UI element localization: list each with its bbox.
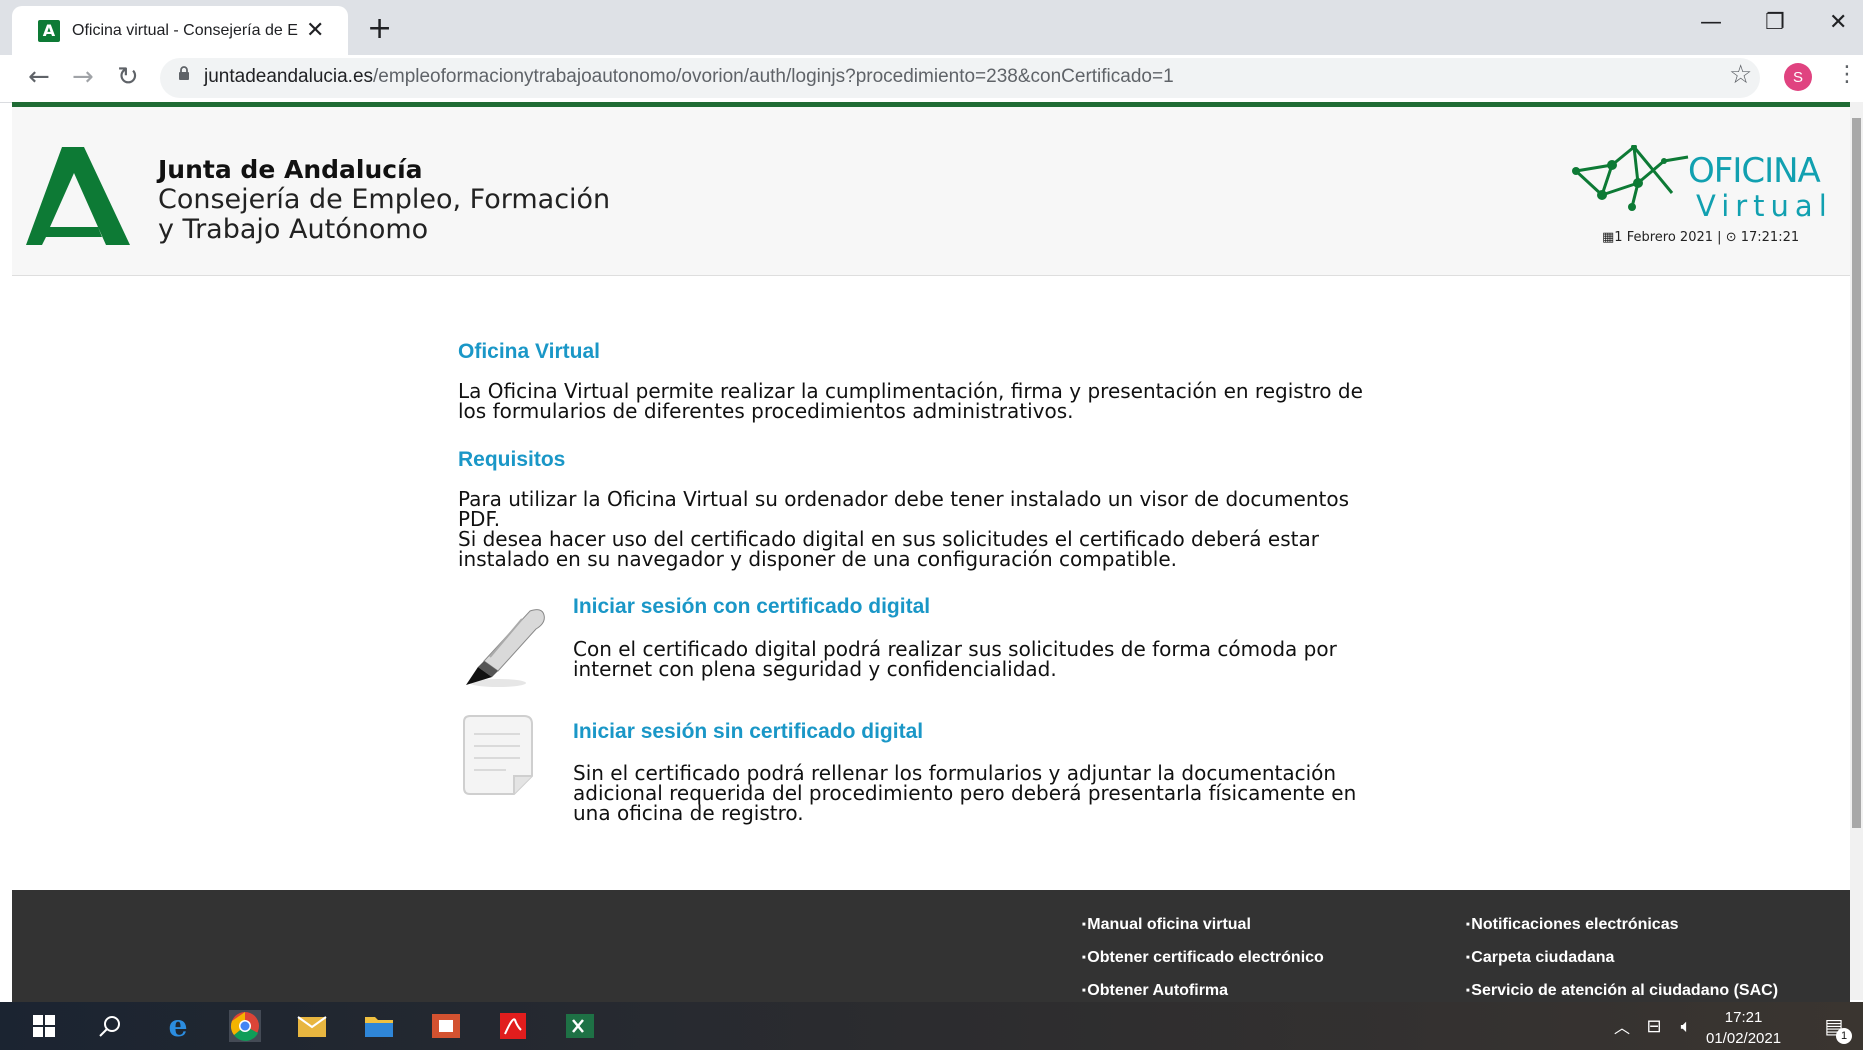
internet-explorer-icon[interactable]: e: [162, 1009, 194, 1044]
close-window-icon[interactable]: ✕: [1829, 10, 1847, 35]
document-icon[interactable]: [462, 712, 538, 798]
paragraph-line: una oficina de registro.: [573, 801, 804, 825]
oficina-virtual-network-icon: [1572, 145, 1689, 211]
login-without-certificate-link[interactable]: Iniciar sesión sin certificado digital: [573, 720, 923, 744]
browser-tab[interactable]: A Oficina virtual - Consejería de Em ✕: [12, 6, 348, 55]
chrome-icon[interactable]: [229, 1010, 261, 1042]
paragraph-line: internet con plena seguridad y confidenc…: [573, 657, 1057, 681]
paragraph-line: Sin el certificado podrá rellenar los fo…: [573, 761, 1337, 785]
footer-link-notificaciones[interactable]: Notificaciones electrónicas: [1466, 916, 1678, 934]
header-separator: |: [1717, 230, 1722, 245]
login-with-certificate-link[interactable]: Iniciar sesión con certificado digital: [573, 595, 930, 619]
section-title-requisitos: Requisitos: [458, 448, 566, 471]
reload-icon[interactable]: ↻: [117, 62, 139, 92]
footer-link-manual[interactable]: Manual oficina virtual: [1082, 916, 1251, 934]
show-hidden-icons-chevron-icon[interactable]: ︿: [1606, 1010, 1638, 1042]
org-name: Junta de Andalucía: [158, 155, 423, 184]
mail-folder-icon[interactable]: [296, 1010, 328, 1042]
taskbar-clock[interactable]: 17:21 01/02/2021: [1706, 1007, 1781, 1049]
network-icon[interactable]: ⊟: [1638, 1010, 1670, 1042]
file-explorer-icon[interactable]: [363, 1010, 395, 1042]
option-without-certificate-text: Sin el certificado podrá rellenar los fo…: [573, 763, 1393, 823]
paragraph-line: Con el certificado digital podrá realiza…: [573, 637, 1337, 661]
paragraph-line: PDF.: [458, 507, 501, 531]
pdf-reader-icon[interactable]: [497, 1010, 529, 1042]
windows-taskbar: e ︿ ⊟ 🔈︎ ▤ 1: [0, 1002, 1863, 1050]
department-name: Consejería de Empleo, Formación y Trabaj…: [158, 185, 610, 245]
tab-title: Oficina virtual - Consejería de Em: [72, 21, 298, 39]
header-time: 17:21:21: [1740, 230, 1800, 245]
bookmark-star-icon[interactable]: ☆: [1729, 60, 1752, 90]
forward-arrow-icon[interactable]: →: [72, 62, 94, 92]
site-header: Junta de Andalucía Consejería de Empleo,…: [12, 107, 1850, 276]
header-date: 1 Febrero 2021: [1614, 230, 1714, 245]
new-tab-plus-icon[interactable]: +: [367, 11, 392, 46]
option-with-certificate: Iniciar sesión con certificado digital C…: [458, 595, 1408, 705]
department-line-2: y Trabajo Autónomo: [158, 214, 429, 245]
browser-tab-strip: A Oficina virtual - Consejería de Em ✕ +…: [0, 0, 1863, 55]
paragraph-line: los formularios de diferentes procedimie…: [458, 399, 1074, 423]
url-text[interactable]: juntadeandalucia.es/empleoformacionytrab…: [204, 66, 1174, 88]
taskbar-time: 17:21: [1724, 1009, 1763, 1026]
lock-icon: [179, 66, 189, 80]
option-with-certificate-text: Con el certificado digital podrá realiza…: [573, 639, 1393, 679]
junta-favicon-icon: A: [38, 19, 60, 42]
volume-icon[interactable]: 🔈︎: [1670, 1010, 1702, 1042]
spreadsheet-app-icon[interactable]: [564, 1010, 596, 1042]
paragraph-line: La Oficina Virtual permite realizar la c…: [458, 379, 1363, 403]
main-content: Oficina Virtual La Oficina Virtual permi…: [458, 340, 1408, 840]
junta-andalucia-logo-icon[interactable]: [26, 147, 132, 245]
site-footer: Manual oficina virtual Obtener certifica…: [12, 890, 1850, 1002]
oficina-word: OFICINA: [1688, 151, 1821, 191]
presentation-app-icon[interactable]: [430, 1010, 462, 1042]
url-path: /empleoformacionytrabajoautonomo/ovorion…: [373, 66, 1174, 87]
virtual-word: Virtual: [1696, 189, 1833, 223]
department-line-1: Consejería de Empleo, Formación: [158, 184, 611, 215]
calendar-icon: ▦: [1602, 230, 1615, 245]
footer-link-carpeta[interactable]: Carpeta ciudadana: [1466, 949, 1614, 967]
footer-link-autofirma[interactable]: Obtener Autofirma: [1082, 982, 1228, 1000]
section-oficina-virtual-text: La Oficina Virtual permite realizar la c…: [458, 381, 1408, 421]
header-datetime: ▦1 Febrero 2021 | ⊙ 17:21:21: [1602, 230, 1799, 245]
restore-window-icon[interactable]: ❐: [1765, 10, 1785, 35]
minimize-icon[interactable]: —: [1700, 10, 1722, 35]
tab-close-icon[interactable]: ✕: [306, 18, 324, 43]
taskbar-date: 01/02/2021: [1706, 1030, 1782, 1047]
windows-start-icon[interactable]: [28, 1010, 60, 1042]
paragraph-line: instalado en su navegador y disponer de …: [458, 547, 1178, 571]
paragraph-line: adicional requerida del procedimiento pe…: [573, 781, 1357, 805]
footer-link-certificado[interactable]: Obtener certificado electrónico: [1082, 949, 1324, 967]
notification-count-badge: 1: [1836, 1028, 1852, 1044]
profile-avatar[interactable]: S: [1784, 63, 1812, 91]
section-requisitos-text: Para utilizar la Oficina Virtual su orde…: [458, 489, 1408, 569]
option-without-certificate: Iniciar sesión sin certificado digital S…: [458, 715, 1408, 840]
browser-menu-icon[interactable]: ⋮: [1836, 62, 1858, 87]
section-title-oficina-virtual: Oficina Virtual: [458, 340, 600, 363]
paragraph-line: Si desea hacer uso del certificado digit…: [458, 527, 1319, 551]
search-icon[interactable]: [94, 1010, 126, 1042]
pen-icon[interactable]: [462, 605, 548, 689]
footer-link-sac[interactable]: Servicio de atención al ciudadano (SAC): [1466, 982, 1778, 1000]
url-host: juntadeandalucia.es: [204, 66, 374, 87]
clock-icon: ⊙: [1725, 230, 1737, 245]
back-arrow-icon[interactable]: ←: [28, 62, 50, 92]
paragraph-line: Para utilizar la Oficina Virtual su orde…: [458, 487, 1350, 511]
scrollbar-thumb[interactable]: [1852, 118, 1861, 828]
